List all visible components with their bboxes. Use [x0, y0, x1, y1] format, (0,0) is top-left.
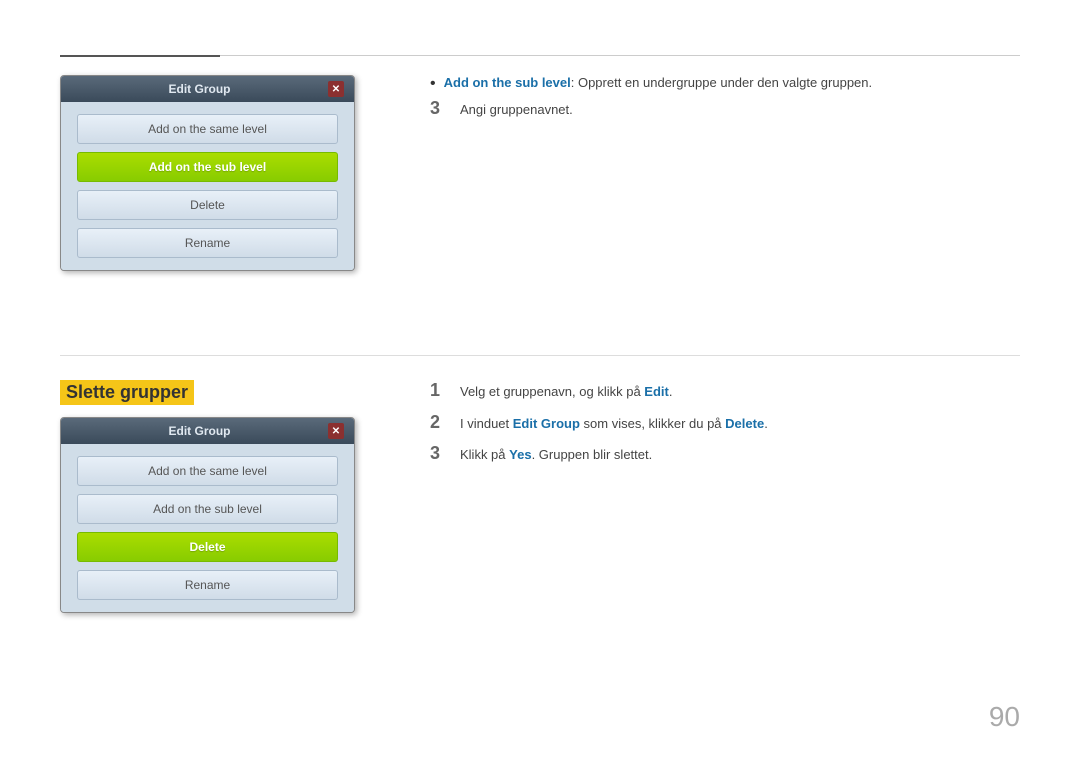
section1-right: • Add on the sub level: Opprett en under…	[430, 75, 1020, 130]
section2-heading: Slette grupper	[60, 380, 400, 405]
step-num-2: 2	[430, 412, 460, 434]
section2-step-3: 3 Klikk på Yes. Gruppen blir slettet.	[430, 443, 1020, 465]
btn-add-same-level-1[interactable]: Add on the same level	[77, 114, 338, 144]
section2-right: 1 Velg et gruppenavn, og klikk på Edit. …	[430, 380, 1020, 475]
section1-bullet: • Add on the sub level: Opprett en under…	[430, 75, 1020, 92]
step2-link2: Delete	[725, 416, 764, 431]
section2-step-1: 1 Velg et gruppenavn, og klikk på Edit.	[430, 380, 1020, 402]
edit-group-dialog-1: Edit Group ✕ Add on the same level Add o…	[60, 75, 355, 271]
section1-step-number: 3	[430, 98, 460, 120]
btn-delete-2[interactable]: Delete	[77, 532, 338, 562]
step-text-3: Klikk på Yes. Gruppen blir slettet.	[460, 443, 652, 465]
step1-link: Edit	[644, 384, 669, 399]
top-rule-accent	[60, 55, 220, 57]
section1-bullet-text: Add on the sub level: Opprett en undergr…	[444, 75, 873, 90]
section1-link: Add on the sub level	[444, 75, 571, 90]
step3-link: Yes	[509, 447, 531, 462]
dialog-title-1-text: Edit Group	[71, 82, 328, 96]
btn-add-same-level-2[interactable]: Add on the same level	[77, 456, 338, 486]
section2-step-2: 2 I vinduet Edit Group som vises, klikke…	[430, 412, 1020, 434]
dialog-close-btn-1[interactable]: ✕	[328, 81, 344, 97]
section1-step: 3 Angi gruppenavnet.	[430, 98, 1020, 120]
btn-rename-1[interactable]: Rename	[77, 228, 338, 258]
section-divider	[60, 355, 1020, 356]
dialog-titlebar-2: Edit Group ✕	[61, 418, 354, 444]
btn-rename-2[interactable]: Rename	[77, 570, 338, 600]
btn-add-sub-level-2[interactable]: Add on the sub level	[77, 494, 338, 524]
section2-heading-text: Slette grupper	[60, 380, 194, 405]
edit-group-dialog-2: Edit Group ✕ Add on the same level Add o…	[60, 417, 355, 613]
btn-add-sub-level-1[interactable]: Add on the sub level	[77, 152, 338, 182]
step-text-2: I vinduet Edit Group som vises, klikker …	[460, 412, 768, 434]
dialog-titlebar-1: Edit Group ✕	[61, 76, 354, 102]
step-num-3: 3	[430, 443, 460, 465]
step2-link1: Edit Group	[513, 416, 580, 431]
page-number: 90	[989, 701, 1020, 733]
dialog-body-1: Add on the same level Add on the sub lev…	[61, 102, 354, 270]
section2-left: Slette grupper Edit Group ✕ Add on the s…	[60, 380, 400, 613]
section1-left: Edit Group ✕ Add on the same level Add o…	[60, 75, 400, 271]
step-num-1: 1	[430, 380, 460, 402]
dialog-title-2-text: Edit Group	[71, 424, 328, 438]
dialog-close-btn-2[interactable]: ✕	[328, 423, 344, 439]
bullet-dot-1: •	[430, 76, 436, 92]
section1-step-text: Angi gruppenavnet.	[460, 98, 573, 120]
step-text-1: Velg et gruppenavn, og klikk på Edit.	[460, 380, 672, 402]
btn-delete-1[interactable]: Delete	[77, 190, 338, 220]
dialog-body-2: Add on the same level Add on the sub lev…	[61, 444, 354, 612]
